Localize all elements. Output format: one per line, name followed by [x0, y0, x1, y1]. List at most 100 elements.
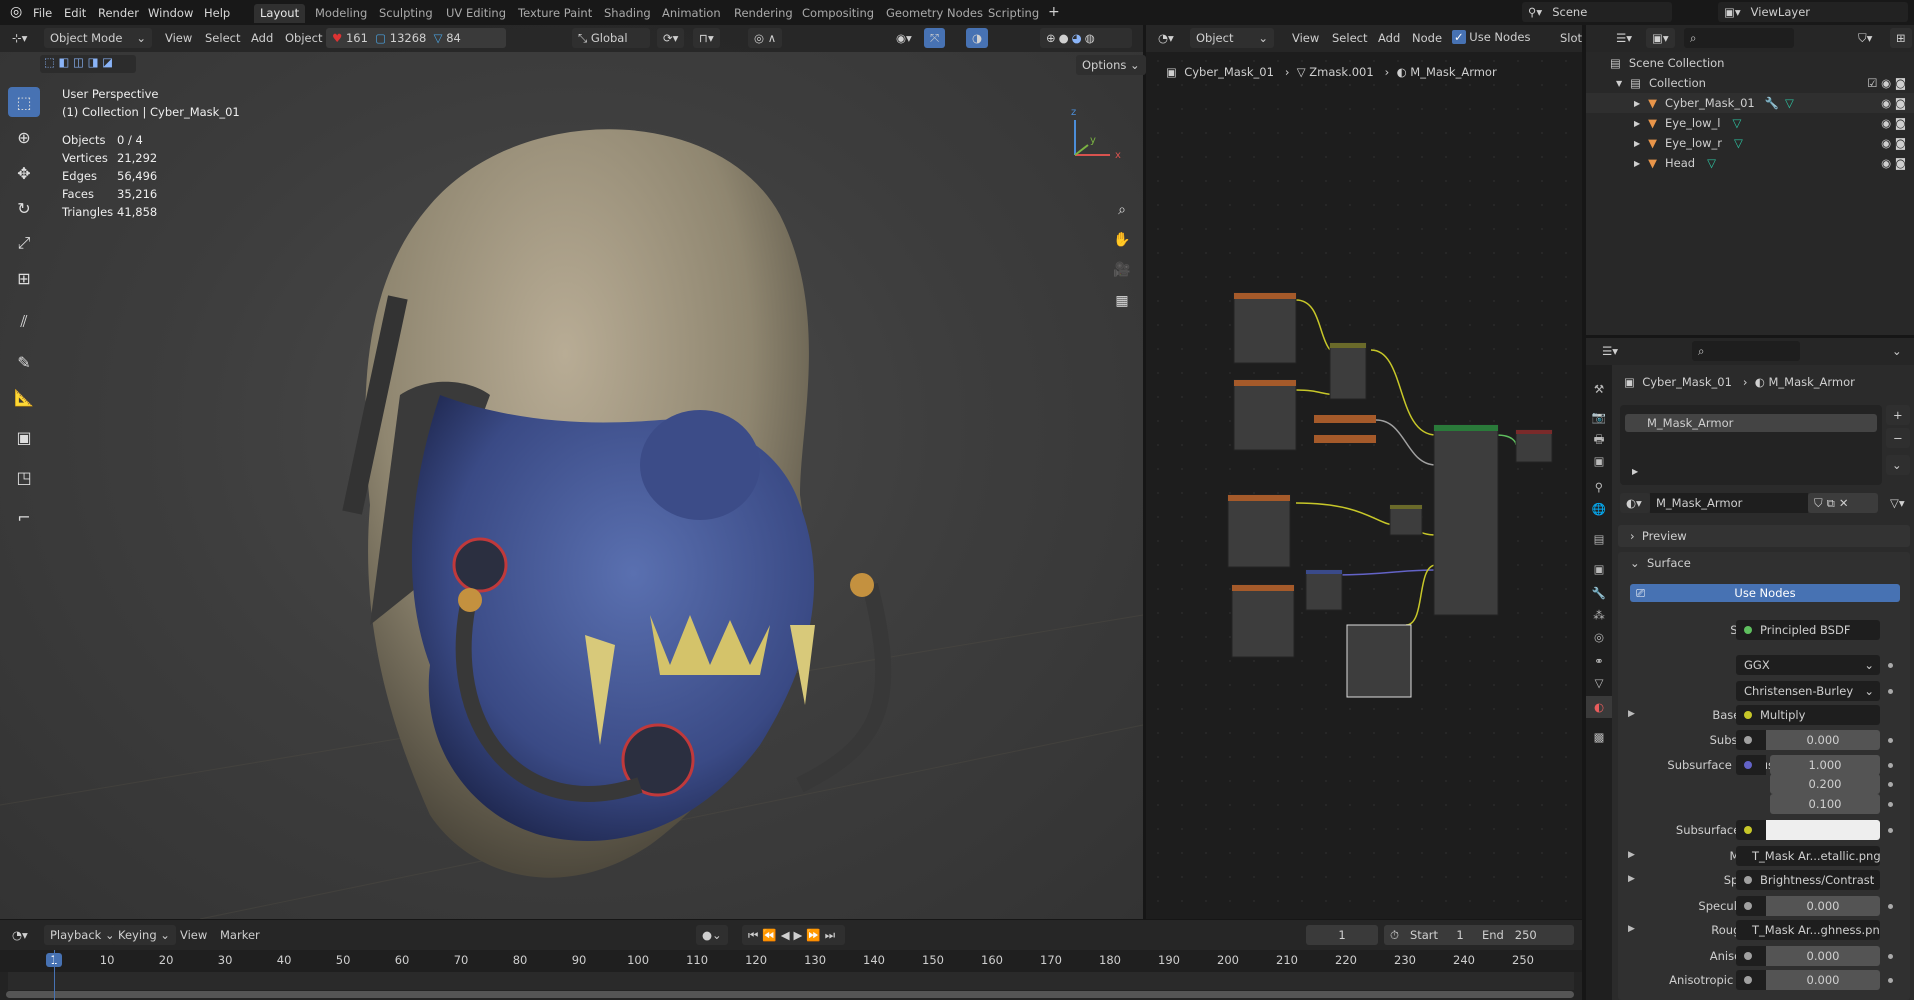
editor-type-icon[interactable]: ◔▾	[6, 925, 34, 945]
socket-button[interactable]	[1736, 896, 1766, 916]
property-link-field[interactable]: Multiply	[1736, 705, 1880, 725]
scene-tab-icon[interactable]: ⚲	[1586, 476, 1612, 498]
add-slot-button[interactable]: +	[1886, 405, 1910, 425]
frame-range[interactable]: ⏱ Start 1 End 250	[1384, 925, 1574, 945]
property-link-field[interactable]: Principled BSDF	[1736, 620, 1880, 640]
mask-model[interactable]	[0, 25, 1143, 919]
property-number-field[interactable]: 0.100	[1770, 794, 1880, 814]
use-nodes-button[interactable]: ⎚ Use Nodes	[1630, 584, 1900, 602]
keyframe-dot[interactable]	[1888, 828, 1893, 833]
outliner-row-object[interactable]: ▶ ▼ Eye_low_r ▽ ◉ ◙	[1586, 133, 1914, 153]
outliner-search-input[interactable]: ⌕	[1684, 28, 1794, 48]
menu-view[interactable]: View	[180, 928, 207, 942]
shader-node-editor[interactable]: ◔▾ Object ⌄ View Select Add Node ✓ Use No…	[1146, 25, 1582, 919]
collection-tab-icon[interactable]: ▤	[1586, 528, 1612, 550]
scene-selector[interactable]: ⚲▾ Scene	[1522, 2, 1672, 22]
tool-tab-icon[interactable]: ⚒	[1586, 378, 1612, 400]
display-mode-icon[interactable]: ☰▾	[1610, 28, 1638, 48]
keyframe-dot[interactable]	[1888, 904, 1893, 909]
property-number-field[interactable]: 0.200	[1770, 774, 1880, 794]
keyframe-dot[interactable]	[1888, 763, 1893, 768]
tab-animation[interactable]: Animation	[656, 4, 727, 23]
options-chevron-icon[interactable]: ⌄	[1886, 341, 1908, 361]
visibility-icons[interactable]: ◉ ◙	[1881, 116, 1906, 130]
socket-button[interactable]	[1736, 820, 1766, 840]
auto-keying-icon[interactable]: ●⌄	[696, 925, 728, 945]
menu-window[interactable]: Window	[148, 6, 193, 20]
material-datablock[interactable]: ◐▾ M_Mask_Armor ⛉ ⧉ ✕	[1620, 493, 1882, 515]
tab-compositing[interactable]: Compositing	[796, 4, 880, 23]
current-frame-field[interactable]: 1	[1306, 925, 1378, 945]
property-number-field[interactable]: 0.000	[1766, 946, 1880, 966]
tab-layout[interactable]: Layout	[254, 4, 306, 23]
wrench-icon[interactable]: 🔧	[1765, 96, 1779, 110]
view-layer-selector[interactable]: ▣▾ ViewLayer	[1718, 2, 1908, 22]
property-dropdown[interactable]: GGX ⌄	[1736, 655, 1880, 675]
keyframe-dot[interactable]	[1888, 689, 1893, 694]
particles-tab-icon[interactable]: ⁂	[1586, 604, 1612, 626]
editor-type-icon[interactable]: ☰▾	[1596, 341, 1624, 361]
output-tab-icon[interactable]: 🖶	[1586, 428, 1612, 450]
timeline-scrollbar[interactable]	[6, 991, 1574, 998]
property-link-field[interactable]: T_Mask Ar...ghness.png	[1736, 920, 1880, 940]
properties-search-input[interactable]: ⌕	[1692, 341, 1800, 361]
remove-slot-button[interactable]: −	[1886, 428, 1910, 448]
node-graph[interactable]	[1146, 25, 1582, 919]
expand-icon[interactable]: ▶	[1628, 874, 1635, 884]
preview-panel-header[interactable]: › Preview	[1618, 525, 1910, 547]
world-tab-icon[interactable]: 🌐	[1586, 498, 1612, 520]
keyframe-dot[interactable]	[1888, 954, 1893, 959]
expand-icon[interactable]: ▼	[1616, 79, 1622, 88]
outliner-row-collection[interactable]: ▼ ▤ Collection ☑ ◉ ◙	[1586, 73, 1914, 93]
3d-viewport[interactable]: ⊹▾ Object Mode ⌄ View Select Add Object ♥…	[0, 25, 1146, 919]
menu-help[interactable]: Help	[204, 6, 230, 20]
tab-scripting[interactable]: Scripting	[982, 4, 1045, 23]
keyframe-dot[interactable]	[1888, 663, 1893, 668]
keyframe-dot[interactable]	[1888, 978, 1893, 983]
expand-icon[interactable]: ▶	[1634, 119, 1640, 128]
tab-rendering[interactable]: Rendering	[728, 4, 799, 23]
keyframe-dot[interactable]	[1888, 738, 1893, 743]
view-layer-tab-icon[interactable]: ▣	[1586, 450, 1612, 472]
mesh-data-icon[interactable]: ▽	[1734, 136, 1743, 150]
socket-button[interactable]	[1736, 970, 1766, 990]
playhead[interactable]	[54, 950, 55, 1000]
filter-view-icon[interactable]: ▣▾	[1646, 28, 1675, 48]
menu-marker[interactable]: Marker	[220, 928, 260, 942]
socket-button[interactable]	[1736, 946, 1766, 966]
outliner-row-scene-collection[interactable]: ▤ Scene Collection	[1586, 53, 1914, 73]
outliner-row-object[interactable]: ▶ ▼ Head ▽ ◉ ◙	[1586, 153, 1914, 173]
texture-tab-icon[interactable]: ▩	[1586, 726, 1612, 748]
mesh-data-icon[interactable]: ▽	[1707, 156, 1716, 170]
tab-modeling[interactable]: Modeling	[309, 4, 373, 23]
socket-button[interactable]	[1736, 730, 1766, 750]
menu-edit[interactable]: Edit	[64, 6, 86, 20]
expand-icon[interactable]: ▶	[1628, 924, 1635, 934]
color-swatch[interactable]	[1766, 820, 1880, 840]
playback-menu[interactable]: Playback ⌄	[44, 925, 121, 945]
property-link-field[interactable]: Brightness/Contrast	[1736, 870, 1880, 890]
visibility-icons[interactable]: ◉ ◙	[1881, 96, 1906, 110]
tab-shading[interactable]: Shading	[598, 4, 657, 23]
data-tab-icon[interactable]: ▽	[1586, 672, 1612, 694]
visibility-icons[interactable]: ◉ ◙	[1881, 136, 1906, 150]
tab-geometry-nodes[interactable]: Geometry Nodes	[880, 4, 989, 23]
tab-texture-paint[interactable]: Texture Paint	[512, 4, 598, 23]
slot-specials-button[interactable]: ⌄	[1886, 455, 1910, 475]
socket-button[interactable]	[1736, 755, 1766, 775]
link-mode-icon[interactable]: ▽▾	[1884, 493, 1911, 513]
new-collection-icon[interactable]: ⊞	[1890, 28, 1912, 48]
expand-icon[interactable]: ▶	[1634, 99, 1640, 108]
tab-uv-editing[interactable]: UV Editing	[440, 4, 512, 23]
visibility-icons[interactable]: ◉ ◙	[1881, 156, 1906, 170]
property-number-field[interactable]: 0.000	[1766, 896, 1880, 916]
object-tab-icon[interactable]: ▣	[1586, 558, 1612, 580]
material-slot-item[interactable]: M_Mask_Armor	[1625, 414, 1877, 432]
property-number-field[interactable]: 0.000	[1766, 970, 1880, 990]
surface-panel-header[interactable]: ⌄ Surface	[1630, 556, 1691, 570]
filter-icon[interactable]: ⛉▾	[1852, 28, 1878, 48]
material-tab-icon[interactable]: ◐	[1586, 696, 1612, 718]
keyframe-dot[interactable]	[1888, 782, 1893, 787]
render-tab-icon[interactable]: 📷	[1586, 406, 1612, 428]
expand-icon[interactable]: ▶	[1634, 159, 1640, 168]
